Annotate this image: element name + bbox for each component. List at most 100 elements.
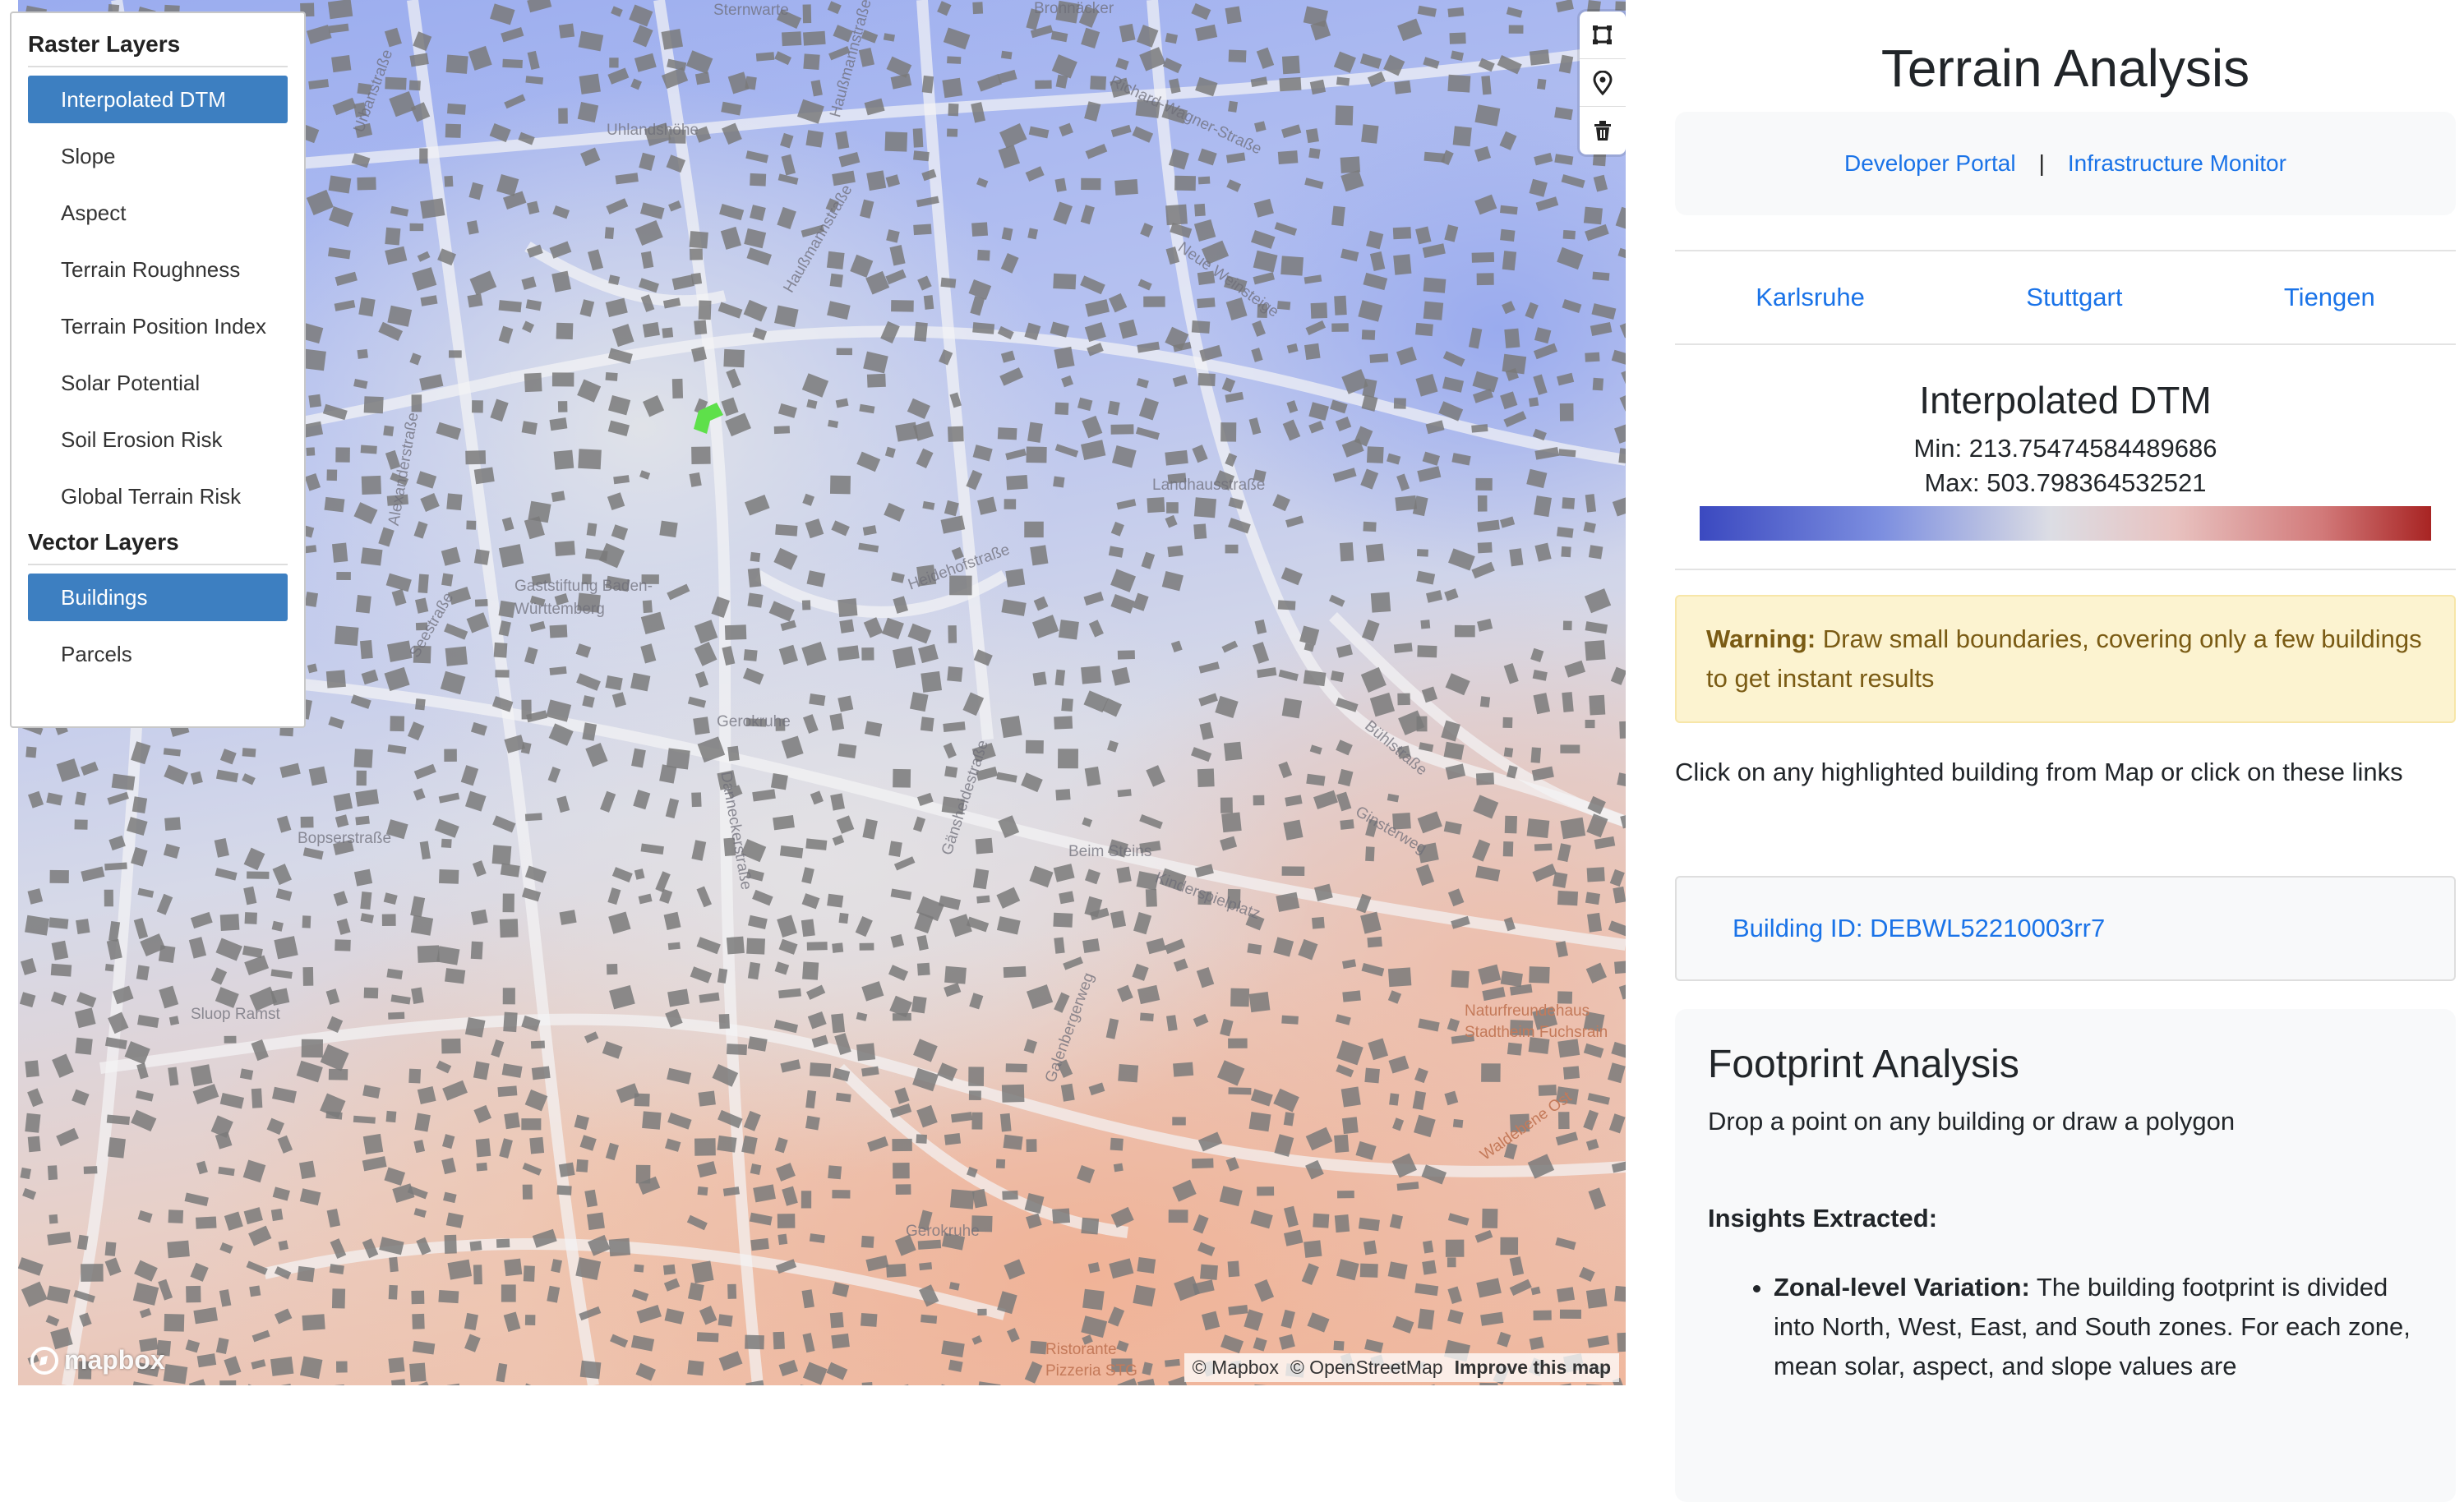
building-footprint: [333, 98, 357, 115]
building-footprint: [1559, 1383, 1573, 1385]
building-footprint: [1165, 33, 1178, 44]
building-footprint: [329, 1069, 348, 1080]
building-footprint: [336, 572, 351, 580]
osm-attribution-link[interactable]: © OpenStreetMap: [1290, 1357, 1443, 1379]
improve-map-link[interactable]: Improve this map: [1455, 1357, 1611, 1379]
building-footprint: [1397, 745, 1410, 758]
building-footprint: [555, 541, 575, 556]
building-id-link[interactable]: Building ID: DEBWL52210003rr7: [1733, 914, 2105, 943]
building-footprint: [997, 916, 1021, 934]
layer-interpolated-dtm[interactable]: Interpolated DTM: [28, 76, 288, 123]
building-footprint: [1504, 748, 1514, 758]
building-footprint: [191, 772, 203, 785]
building-footprint: [606, 1143, 619, 1160]
building-footprint: [1617, 248, 1626, 260]
building-footprint: [1004, 499, 1017, 509]
building-footprint: [308, 79, 329, 90]
building-footprint: [1283, 820, 1303, 841]
building-footprint: [272, 921, 284, 932]
building-footprint: [1029, 866, 1053, 888]
layer-solar-potential[interactable]: Solar Potential: [28, 359, 288, 407]
building-footprint: [1500, 1237, 1518, 1255]
building-footprint: [639, 153, 655, 171]
building-footprint: [441, 1158, 456, 1174]
polygon-tool-button[interactable]: [1580, 12, 1626, 59]
building-footprint: [631, 1335, 654, 1352]
building-footprint: [662, 328, 673, 339]
building-footprint: [81, 1264, 104, 1282]
building-footprint: [1475, 478, 1492, 491]
trash-button[interactable]: [1580, 107, 1626, 154]
building-footprint: [414, 1113, 430, 1132]
building-footprint: [1442, 377, 1464, 393]
layer-parcels[interactable]: Parcels: [28, 630, 288, 678]
layer-slope[interactable]: Slope: [28, 132, 288, 180]
building-footprint: [558, 401, 568, 412]
building-footprint: [358, 297, 375, 316]
building-footprint: [279, 763, 300, 778]
building-footprint: [466, 521, 476, 530]
draw-toolbar: [1580, 12, 1626, 154]
building-footprint: [977, 497, 997, 515]
building-footprint: [744, 300, 768, 322]
building-footprint: [1359, 1218, 1380, 1232]
mapbox-attribution-link[interactable]: © Mapbox: [1193, 1357, 1279, 1379]
layer-terrain-position-index[interactable]: Terrain Position Index: [28, 302, 288, 350]
building-footprint: [1554, 154, 1573, 165]
building-footprint: [970, 296, 985, 316]
building-footprint: [1275, 222, 1297, 236]
layer-aspect[interactable]: Aspect: [28, 189, 288, 237]
building-footprint: [309, 767, 328, 786]
building-footprint: [1107, 740, 1119, 753]
infrastructure-monitor-link[interactable]: Infrastructure Monitor: [2068, 150, 2286, 177]
building-footprint: [643, 395, 664, 417]
building-footprint: [1477, 520, 1500, 532]
mapbox-logo[interactable]: mapbox: [30, 1345, 165, 1375]
building-footprint: [1340, 170, 1364, 191]
building-footprint: [1594, 175, 1608, 192]
building-footprint: [1504, 1143, 1517, 1160]
layer-soil-erosion-risk[interactable]: Soil Erosion Risk: [28, 416, 288, 463]
building-footprint: [750, 1238, 769, 1251]
building-footprint: [1367, 446, 1384, 463]
building-footprint: [1423, 1241, 1433, 1254]
building-footprint: [1257, 1186, 1274, 1196]
building-footprint: [1536, 196, 1559, 211]
building-footprint: [1193, 1014, 1209, 1027]
building-footprint: [243, 1160, 266, 1183]
building-footprint: [25, 747, 36, 758]
city-link-stuttgart[interactable]: Stuttgart: [2026, 283, 2122, 312]
building-footprint: [1197, 892, 1211, 905]
building-footprint: [1558, 1112, 1570, 1129]
building-footprint: [524, 647, 538, 664]
building-footprint: [1111, 125, 1132, 137]
building-footprint: [779, 1360, 799, 1376]
developer-portal-link[interactable]: Developer Portal: [1844, 150, 2016, 177]
layer-global-terrain-risk[interactable]: Global Terrain Risk: [28, 472, 288, 520]
building-footprint: [216, 1338, 229, 1354]
building-footprint: [1224, 275, 1247, 293]
layer-terrain-roughness[interactable]: Terrain Roughness: [28, 246, 288, 293]
building-footprint: [276, 888, 293, 901]
building-footprint: [1447, 7, 1464, 17]
point-tool-button[interactable]: [1580, 59, 1626, 107]
city-link-tiengen[interactable]: Tiengen: [2284, 283, 2375, 312]
building-footprint: [137, 1015, 159, 1028]
city-link-karlsruhe[interactable]: Karlsruhe: [1756, 283, 1865, 312]
point-tool-icon: [1591, 71, 1614, 95]
building-footprint: [1422, 1260, 1437, 1275]
building-footprint: [782, 1186, 798, 1206]
legend-min: Min: 213.75474584489686: [1675, 434, 2456, 463]
building-footprint: [412, 267, 436, 291]
building-footprint: [1510, 1020, 1533, 1035]
building-footprint: [1001, 599, 1026, 616]
building-footprint: [1191, 747, 1211, 762]
building-footprint: [891, 889, 912, 901]
divider: [1675, 569, 2456, 570]
building-footprint: [972, 322, 994, 334]
building-footprint: [464, 1313, 478, 1330]
layer-buildings[interactable]: Buildings: [28, 574, 288, 621]
building-footprint: [1475, 1230, 1493, 1243]
building-footprint: [1583, 1110, 1599, 1131]
building-footprint: [354, 869, 372, 887]
